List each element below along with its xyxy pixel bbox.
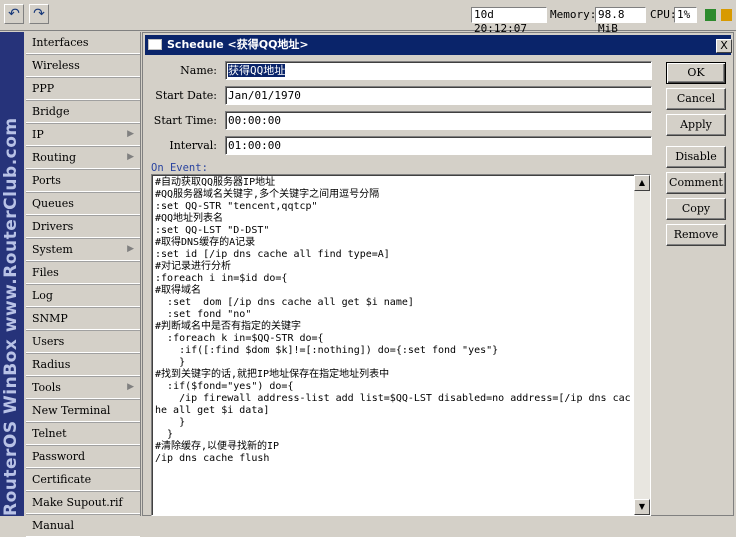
menu-item-drivers[interactable]: Drivers [26, 216, 140, 238]
brand-bar: RouterOS WinBox www.RouterClub.com [0, 32, 24, 516]
copy-button[interactable]: Copy [666, 198, 726, 220]
menu-item-label: SNMP [32, 312, 68, 325]
ok-button[interactable]: OK [666, 62, 726, 84]
dialog-title: Schedule <获得QQ地址> [167, 38, 309, 51]
menu-item-label: Bridge [32, 105, 70, 118]
menu-item-label: Log [32, 289, 53, 302]
menu-item-label: Drivers [32, 220, 74, 233]
name-field[interactable]: 获得QQ地址 [225, 61, 652, 80]
menu-item-wireless[interactable]: Wireless [26, 55, 140, 77]
interval-field[interactable]: 01:00:00 [225, 136, 652, 155]
menu-item-make-supout[interactable]: Make Supout.rif [26, 492, 140, 514]
apply-button[interactable]: Apply [666, 114, 726, 136]
comment-button[interactable]: Comment [666, 172, 726, 194]
menu-item-bridge[interactable]: Bridge [26, 101, 140, 123]
disable-button[interactable]: Disable [666, 146, 726, 168]
menu-item-interfaces[interactable]: Interfaces [26, 32, 140, 54]
menu-item-new-terminal[interactable]: New Terminal [26, 400, 140, 422]
on-event-script: #自动获取QQ服务器IP地址 #QQ服务器域名关键字,多个关键字之间用逗号分隔 … [155, 177, 631, 464]
menu-item-label: Make Supout.rif [32, 496, 123, 509]
cpu-value: 1% [674, 7, 697, 23]
interval-label: Interval: [169, 139, 217, 152]
memory-value: 98.8 MiB [595, 7, 646, 35]
menu-item-label: Users [32, 335, 65, 348]
cpu-led-icon [705, 9, 716, 21]
menu-item-label: Manual [32, 519, 75, 532]
submenu-arrow-icon: ▶ [127, 244, 134, 254]
submenu-arrow-icon: ▶ [127, 129, 134, 139]
undo-icon[interactable]: ↶ [4, 4, 24, 24]
menu-item-password[interactable]: Password [26, 446, 140, 468]
menu-item-label: Telnet [32, 427, 67, 440]
dialog-titlebar[interactable]: Schedule <获得QQ地址> [145, 35, 731, 55]
start-date-label: Start Date: [155, 89, 217, 102]
menu-item-label: System [32, 243, 73, 256]
menu-item-users[interactable]: Users [26, 331, 140, 353]
menu-item-label: IP [32, 128, 44, 141]
on-event-label: On Event: [151, 162, 208, 174]
name-label: Name: [180, 64, 217, 77]
submenu-arrow-icon: ▶ [127, 382, 134, 392]
menu-item-label: Ports [32, 174, 61, 187]
cpu-label: CPU: [650, 8, 677, 21]
menu-item-label: Tools [32, 381, 61, 394]
brand-text: RouterOS WinBox www.RouterClub.com [1, 117, 21, 516]
redo-icon[interactable]: ↷ [29, 4, 49, 24]
memory-label: Memory: [550, 8, 597, 21]
remove-button[interactable]: Remove [666, 224, 726, 246]
menu-item-queues[interactable]: Queues [26, 193, 140, 215]
menu-item-label: Queues [32, 197, 74, 210]
menu-item-label: Password [32, 450, 86, 463]
uptime-display: 10d 20:12:07 [471, 7, 547, 35]
lock-icon [721, 9, 732, 21]
menu-item-files[interactable]: Files [26, 262, 140, 284]
menu-item-label: PPP [32, 82, 55, 95]
menu-item-certificate[interactable]: Certificate [26, 469, 140, 491]
menu-item-label: Certificate [32, 473, 92, 486]
menu-item-label: Routing [32, 151, 77, 164]
start-time-label: Start Time: [153, 114, 217, 127]
menu-item-snmp[interactable]: SNMP [26, 308, 140, 330]
main-menu: Interfaces Wireless PPP Bridge IP ▶ Routi… [24, 32, 141, 537]
menu-item-system[interactable]: System ▶ [26, 239, 140, 261]
name-value: 获得QQ地址 [228, 64, 286, 77]
close-button[interactable]: X [716, 39, 732, 53]
vertical-scrollbar[interactable]: ▲ ▼ [634, 175, 650, 515]
start-time-field[interactable]: 00:00:00 [225, 111, 652, 130]
menu-item-ppp[interactable]: PPP [26, 78, 140, 100]
menu-item-tools[interactable]: Tools ▶ [26, 377, 140, 399]
schedule-dialog: Schedule <获得QQ地址> X Name: 获得QQ地址 Start D… [142, 32, 734, 516]
scroll-up-icon[interactable]: ▲ [634, 175, 650, 191]
menu-item-radius[interactable]: Radius [26, 354, 140, 376]
menu-item-label: Files [32, 266, 59, 279]
cancel-button[interactable]: Cancel [666, 88, 726, 110]
menu-item-telnet[interactable]: Telnet [26, 423, 140, 445]
submenu-arrow-icon: ▶ [127, 152, 134, 162]
window-icon [148, 39, 162, 50]
menu-item-label: Wireless [32, 59, 80, 72]
menu-item-routing[interactable]: Routing ▶ [26, 147, 140, 169]
scroll-down-icon[interactable]: ▼ [634, 499, 650, 515]
menu-item-label: Interfaces [32, 36, 89, 49]
on-event-editor[interactable]: #自动获取QQ服务器IP地址 #QQ服务器域名关键字,多个关键字之间用逗号分隔 … [151, 174, 651, 516]
menu-item-label: Radius [32, 358, 71, 371]
menu-item-manual[interactable]: Manual [26, 515, 140, 537]
start-date-field[interactable]: Jan/01/1970 [225, 86, 652, 105]
top-toolbar: ↶ ↷ 10d 20:12:07 Memory: 98.8 MiB CPU: 1… [0, 0, 736, 35]
menu-item-ports[interactable]: Ports [26, 170, 140, 192]
menu-item-log[interactable]: Log [26, 285, 140, 307]
menu-item-ip[interactable]: IP ▶ [26, 124, 140, 146]
menu-item-label: New Terminal [32, 404, 111, 417]
